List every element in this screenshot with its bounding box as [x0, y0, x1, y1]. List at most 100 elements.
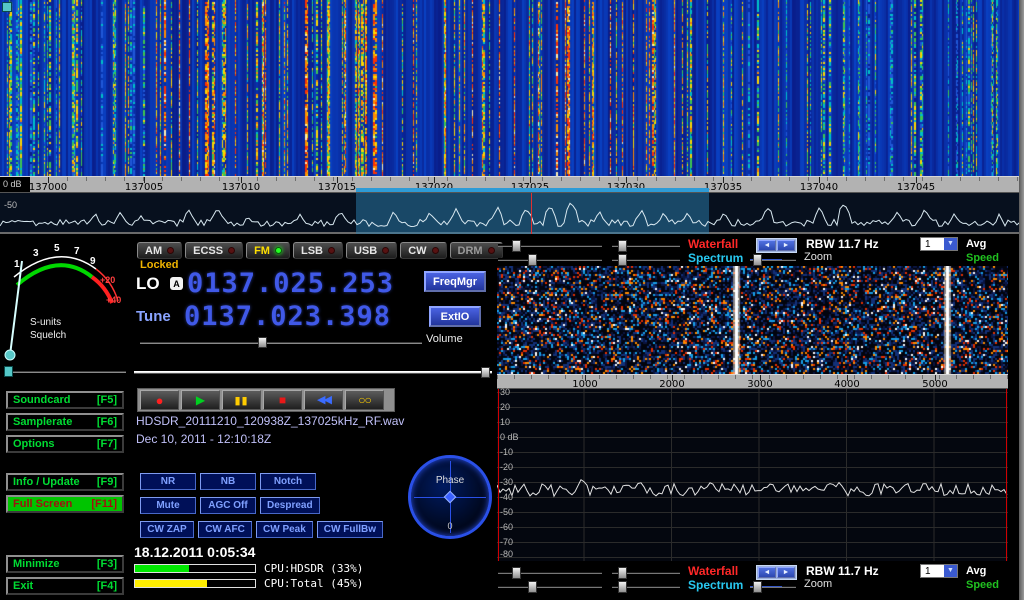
main-frequency-ruler[interactable]: 137000 137005 137010 137015 137020 13702…: [0, 176, 1024, 193]
slider-handle[interactable]: [618, 581, 627, 593]
notch-button[interactable]: Notch: [260, 473, 316, 490]
options-button[interactable]: Options[F7]: [6, 435, 124, 453]
slider-handle[interactable]: [618, 567, 627, 579]
db-label: -50: [4, 200, 17, 210]
spectrum-contrast-slider[interactable]: [612, 258, 680, 261]
lo-frequency-digits[interactable]: 0137.025.253: [187, 268, 394, 299]
overview-spectrum-display[interactable]: -50: [0, 193, 1024, 234]
spectrum-brightness-slider[interactable]: [498, 258, 602, 261]
despread-button[interactable]: Despread: [260, 497, 320, 514]
tune-frequency-digits[interactable]: 0137.023.398: [184, 301, 391, 332]
overview-spectrum-trace: [0, 193, 1024, 234]
cw-fullbw-button[interactable]: CW FullBw: [317, 521, 383, 538]
gain-slider[interactable]: [134, 367, 492, 380]
chevron-down-icon[interactable]: ▼: [944, 238, 957, 250]
nr-button[interactable]: NR: [140, 473, 196, 490]
spectrum-label: Spectrum: [688, 578, 743, 592]
cw-zap-button[interactable]: CW ZAP: [140, 521, 194, 538]
nb-button[interactable]: NB: [200, 473, 256, 490]
waterfall-brightness-slider[interactable]: [498, 571, 602, 574]
pause-button[interactable]: ▮▮: [222, 390, 261, 410]
zoom-waterfall-display[interactable]: [497, 266, 1008, 374]
window-frame: [1019, 0, 1024, 600]
avg-select[interactable]: 1 ▼: [920, 564, 958, 578]
record-button[interactable]: ●: [140, 390, 179, 410]
waterfall-brightness-slider[interactable]: [498, 244, 602, 247]
spin-right-button[interactable]: ►: [777, 567, 795, 578]
phase-needle-icon: [444, 491, 457, 504]
stop-button[interactable]: ■: [263, 390, 302, 410]
cpu-total-row: CPU:Total (45%): [134, 577, 363, 590]
exit-button[interactable]: Exit[F4]: [6, 577, 124, 595]
squelch-label[interactable]: Squelch: [30, 330, 66, 341]
ruler-label: 137005: [114, 182, 174, 193]
mode-lsb-button[interactable]: LSB: [293, 242, 343, 259]
spin-left-button[interactable]: ◄: [758, 240, 776, 251]
tune-marker: [531, 193, 532, 234]
mute-button[interactable]: Mute: [140, 497, 196, 514]
smeter-tick: 3: [33, 248, 39, 259]
gain-slider-handle[interactable]: [481, 367, 490, 378]
slider-track[interactable]: [140, 341, 422, 344]
mode-am-button[interactable]: AM: [137, 242, 182, 259]
band-edge-marker: [1006, 389, 1007, 561]
info-update-button[interactable]: Info / Update[F9]: [6, 473, 124, 491]
dsp-row-1: NR NB Notch: [140, 473, 316, 490]
spectrum-contrast-slider[interactable]: [612, 585, 680, 588]
squelch-slider[interactable]: [4, 366, 126, 378]
zoom-frequency-ruler[interactable]: 1000 2000 3000 4000 5000: [497, 374, 1008, 389]
mode-cw-button[interactable]: CW: [400, 242, 446, 259]
passband-indicator[interactable]: [356, 188, 709, 192]
lock-a-icon[interactable]: A: [170, 277, 183, 290]
spin-right-button[interactable]: ►: [777, 240, 795, 251]
waterfall-contrast-slider[interactable]: [612, 571, 680, 574]
extio-button[interactable]: ExtIO: [429, 306, 481, 327]
zoom-slider[interactable]: [750, 585, 796, 588]
mode-fm-button[interactable]: FM: [246, 242, 290, 259]
volume-slider-handle[interactable]: [258, 337, 267, 348]
loop-button[interactable]: ○○: [345, 390, 384, 410]
cw-afc-button[interactable]: CW AFC: [198, 521, 252, 538]
cw-peak-button[interactable]: CW Peak: [256, 521, 313, 538]
db-label: 30: [500, 387, 510, 397]
agc-button[interactable]: AGC Off: [200, 497, 256, 514]
slider-handle[interactable]: [512, 567, 521, 579]
slider-handle[interactable]: [618, 240, 627, 252]
mode-usb-button[interactable]: USB: [346, 242, 397, 259]
avg-select[interactable]: 1 ▼: [920, 237, 958, 251]
zoom-spectrum-display[interactable]: 30 20 10 0 dB -10 -20 -30 -40 -50 -60 -7…: [497, 389, 1008, 561]
full-screen-button[interactable]: Full Screen[F11]: [6, 495, 124, 513]
main-waterfall-display[interactable]: [0, 0, 1024, 176]
mode-ecss-button[interactable]: ECSS: [185, 242, 243, 259]
speed-label: Speed: [966, 579, 999, 591]
waterfall-slider-handle[interactable]: [2, 2, 12, 12]
avg-value: 1: [921, 238, 944, 250]
slider-handle[interactable]: [528, 254, 537, 266]
db-label: 20: [500, 402, 510, 412]
slider-handle[interactable]: [618, 254, 627, 266]
spin-left-button[interactable]: ◄: [758, 567, 776, 578]
slider-track[interactable]: [134, 371, 492, 374]
slider-handle[interactable]: [753, 581, 762, 593]
button-key: [F5]: [97, 394, 117, 406]
zoom-slider[interactable]: [750, 258, 796, 261]
play-button[interactable]: ▶: [181, 390, 220, 410]
freqmgr-button[interactable]: FreqMgr: [424, 271, 486, 292]
wav-filename: HDSDR_20111210_120938Z_137025kHz_RF.wav: [136, 414, 404, 428]
spectrum-brightness-slider[interactable]: [498, 585, 602, 588]
squelch-slider-handle[interactable]: [4, 366, 13, 377]
soundcard-button[interactable]: Soundcard[F5]: [6, 391, 124, 409]
slider-handle[interactable]: [753, 254, 762, 266]
chevron-down-icon[interactable]: ▼: [944, 565, 957, 577]
waterfall-contrast-slider[interactable]: [612, 244, 680, 247]
slider-handle[interactable]: [512, 240, 521, 252]
band-spinner: ◄ ►: [756, 565, 797, 580]
mode-led-icon: [328, 247, 335, 254]
rewind-button[interactable]: ◀◀: [304, 390, 343, 410]
slider-track[interactable]: [4, 370, 126, 373]
minimize-button[interactable]: Minimize[F3]: [6, 555, 124, 573]
slider-handle[interactable]: [528, 581, 537, 593]
volume-slider[interactable]: [140, 337, 422, 350]
samplerate-button[interactable]: Samplerate[F6]: [6, 413, 124, 431]
button-label: Minimize: [13, 558, 59, 570]
